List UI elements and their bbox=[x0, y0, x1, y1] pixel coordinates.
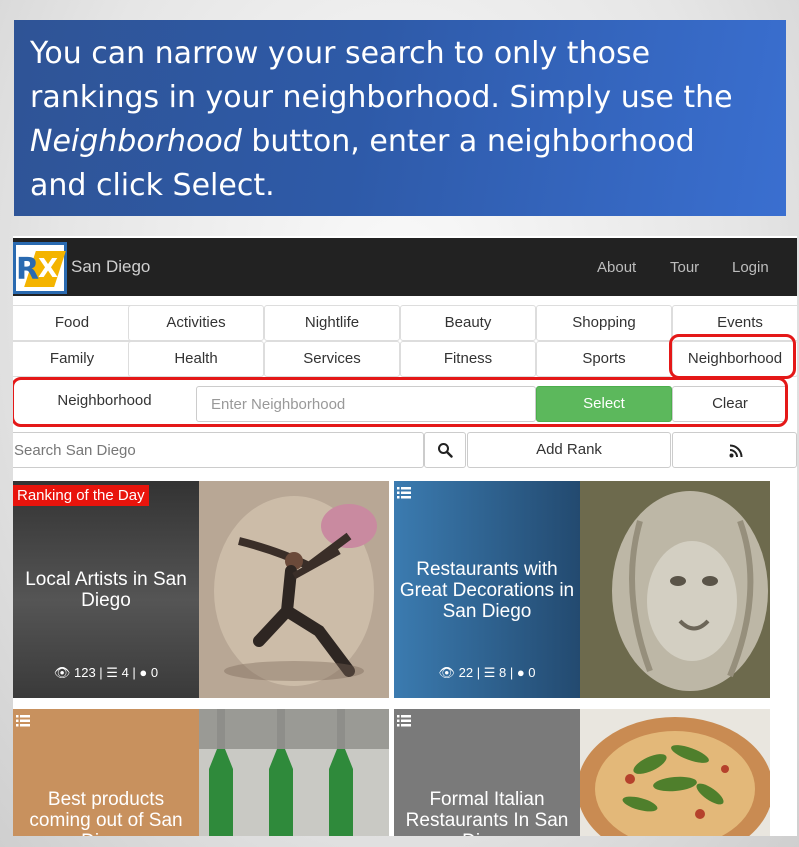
banner-emphasis: Neighborhood bbox=[30, 124, 242, 159]
neighborhood-row-highlight bbox=[13, 377, 788, 427]
search-icon bbox=[438, 443, 453, 458]
category-shopping-button[interactable]: Shopping bbox=[536, 305, 672, 341]
banner-line-3: Neighborhood button, enter a neighborhoo… bbox=[30, 120, 770, 164]
ranking-card[interactable]: Formal Italian Restaurants In San Diego bbox=[394, 709, 770, 836]
banner-line-4: and click Select. bbox=[30, 168, 275, 203]
card-title[interactable]: Best products coming out of San Diego bbox=[17, 789, 195, 836]
nav-login-link[interactable]: Login bbox=[732, 259, 769, 276]
nav-tour-link[interactable]: Tour bbox=[670, 259, 699, 276]
rss-icon bbox=[729, 444, 743, 458]
lists-count: 8 bbox=[498, 665, 507, 680]
category-food-button[interactable]: Food bbox=[13, 305, 140, 341]
ranking-of-the-day-badge: Ranking of the Day bbox=[13, 485, 149, 506]
card-title[interactable]: Formal Italian Restaurants In San Diego bbox=[398, 789, 576, 836]
nav-about-link[interactable]: About bbox=[597, 259, 636, 276]
list-icon bbox=[397, 487, 411, 499]
category-activities-button[interactable]: Activities bbox=[128, 305, 264, 341]
app-screenshot: RX San Diego About Tour Login Food Activ… bbox=[13, 236, 797, 836]
card-info-panel: Restaurants with Great Decorations in Sa… bbox=[394, 481, 580, 698]
city-name[interactable]: San Diego bbox=[71, 257, 150, 277]
card-image-lion bbox=[580, 481, 770, 698]
ranking-card[interactable]: Best products coming out of San Diego bbox=[13, 709, 389, 836]
card-title[interactable]: Restaurants with Great Decorations in Sa… bbox=[398, 559, 576, 622]
category-services-button[interactable]: Services bbox=[264, 341, 400, 377]
banner-line-3-rest: button, enter a neighborhood bbox=[241, 124, 695, 159]
search-button[interactable] bbox=[424, 432, 466, 468]
category-beauty-button[interactable]: Beauty bbox=[400, 305, 536, 341]
list-icon bbox=[16, 715, 30, 727]
eye-icon: 👁︎ bbox=[438, 665, 455, 680]
list-icon: ☰ bbox=[483, 665, 496, 680]
category-family-button[interactable]: Family bbox=[13, 341, 140, 377]
instruction-banner: You can narrow your search to only those… bbox=[14, 20, 786, 216]
eye-icon: 👁︎ bbox=[53, 665, 71, 680]
card-image-pizza bbox=[580, 709, 770, 836]
neighborhood-button-highlight bbox=[669, 334, 796, 379]
views-count: 123 bbox=[73, 665, 96, 680]
card-image-dancer bbox=[199, 481, 389, 698]
category-nightlife-button[interactable]: Nightlife bbox=[264, 305, 400, 341]
banner-line-1: You can narrow your search to only those bbox=[30, 36, 651, 71]
card-info-panel: Formal Italian Restaurants In San Diego bbox=[394, 709, 580, 836]
card-stats: 👁︎ 22 | ☰ 8 | ● 0 bbox=[438, 665, 536, 680]
list-icon: ☰ bbox=[106, 665, 118, 680]
comment-icon: ● bbox=[139, 665, 148, 680]
ranking-card[interactable]: Restaurants with Great Decorations in Sa… bbox=[394, 481, 770, 698]
comment-icon: ● bbox=[516, 665, 525, 680]
banner-line-2: rankings in your neighborhood. Simply us… bbox=[30, 80, 733, 115]
comments-count: 0 bbox=[150, 665, 159, 680]
add-rank-button[interactable]: Add Rank bbox=[467, 432, 671, 468]
card-stats: 👁︎ 123 | ☰ 4 | ● 0 bbox=[53, 665, 159, 680]
category-health-button[interactable]: Health bbox=[128, 341, 264, 377]
views-count: 22 bbox=[458, 665, 474, 680]
top-navbar: RX San Diego About Tour Login bbox=[13, 238, 797, 296]
category-fitness-button[interactable]: Fitness bbox=[400, 341, 536, 377]
comments-count: 0 bbox=[528, 665, 536, 680]
rankit-logo[interactable]: RX bbox=[13, 242, 67, 294]
rss-button[interactable] bbox=[672, 432, 797, 468]
card-image-bottles bbox=[199, 709, 389, 836]
ranking-card[interactable]: Ranking of the Day Local Artists in San … bbox=[13, 481, 389, 698]
category-sports-button[interactable]: Sports bbox=[536, 341, 672, 377]
list-icon bbox=[397, 715, 411, 727]
search-input[interactable] bbox=[13, 432, 424, 468]
lists-count: 4 bbox=[121, 665, 129, 680]
card-info-panel: Best products coming out of San Diego bbox=[13, 709, 199, 836]
card-title[interactable]: Local Artists in San Diego bbox=[17, 569, 195, 611]
card-info-panel: Ranking of the Day Local Artists in San … bbox=[13, 481, 199, 698]
